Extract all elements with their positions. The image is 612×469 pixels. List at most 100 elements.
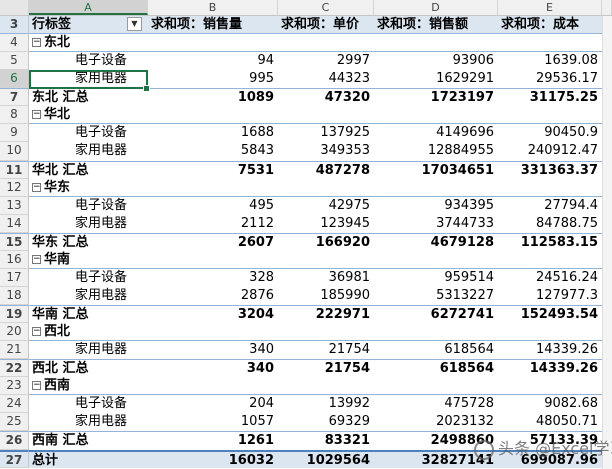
sales-amount-cell[interactable]: 618564 bbox=[374, 359, 498, 377]
collapse-minus-icon[interactable]: − bbox=[32, 38, 41, 48]
row-number[interactable]: 19 bbox=[0, 305, 29, 324]
row-number[interactable]: 7 bbox=[0, 88, 29, 107]
column-header-c[interactable]: C bbox=[278, 0, 374, 15]
unit-price-cell[interactable]: 137925 bbox=[278, 124, 374, 142]
sum-cost-header[interactable]: 求和项：成本 bbox=[498, 16, 602, 35]
cost-cell[interactable]: 48050.71 bbox=[498, 413, 602, 431]
row-number[interactable]: 27 bbox=[0, 449, 29, 468]
sales-amount-cell[interactable]: 959514 bbox=[374, 269, 498, 287]
row-labels-header[interactable]: 行标签 ▼ bbox=[29, 16, 148, 35]
row-label-cell[interactable]: 西北 汇总 bbox=[29, 359, 148, 377]
row-number[interactable]: 18 bbox=[0, 286, 29, 305]
column-header-b[interactable]: B bbox=[148, 0, 278, 15]
sales-amount-cell[interactable]: 93906 bbox=[374, 52, 498, 70]
unit-price-cell[interactable]: 185990 bbox=[278, 287, 374, 305]
row-label-cell[interactable]: 电子设备 bbox=[29, 124, 148, 142]
cost-cell[interactable]: 112583.15 bbox=[498, 232, 602, 251]
row-label-cell[interactable]: 家用电器 bbox=[29, 142, 148, 160]
region-label-cell[interactable]: − 东北 bbox=[29, 34, 148, 52]
row-label-cell[interactable]: 华东 汇总 bbox=[29, 232, 148, 251]
cost-cell[interactable]: 84788.75 bbox=[498, 215, 602, 233]
cost-cell[interactable]: 152493.54 bbox=[498, 305, 602, 323]
unit-price-cell[interactable]: 487278 bbox=[278, 160, 374, 179]
cost-cell[interactable]: 14339.26 bbox=[498, 341, 602, 359]
row-number[interactable]: 16 bbox=[0, 250, 29, 269]
sales-amount-cell[interactable]: 5313227 bbox=[374, 287, 498, 305]
region-label-cell[interactable]: − 西南 bbox=[29, 377, 148, 395]
row-number[interactable]: 20 bbox=[0, 323, 29, 342]
sales-amount-cell[interactable]: 3744733 bbox=[374, 215, 498, 233]
row-number[interactable]: 13 bbox=[0, 196, 29, 215]
sales-qty-cell[interactable]: 7531 bbox=[148, 160, 278, 179]
row-number[interactable]: 8 bbox=[0, 106, 29, 125]
sales-amount-cell[interactable]: 4149696 bbox=[374, 124, 498, 142]
unit-price-cell[interactable]: 83321 bbox=[278, 431, 374, 449]
sales-amount-cell[interactable]: 6272741 bbox=[374, 305, 498, 323]
row-label-cell[interactable]: 家用电器 bbox=[29, 70, 148, 88]
cost-cell[interactable]: 29536.17 bbox=[498, 70, 602, 88]
select-all-corner[interactable] bbox=[0, 0, 29, 15]
unit-price-cell[interactable]: 21754 bbox=[278, 359, 374, 377]
sum-sales-qty-header[interactable]: 求和项：销售量 bbox=[148, 16, 278, 35]
unit-price-cell[interactable]: 36981 bbox=[278, 269, 374, 287]
row-number[interactable]: 17 bbox=[0, 268, 29, 287]
region-label-cell[interactable]: − 华北 bbox=[29, 106, 148, 124]
sales-qty-cell[interactable]: 1089 bbox=[148, 88, 278, 106]
unit-price-cell[interactable]: 222971 bbox=[278, 305, 374, 323]
row-number[interactable]: 5 bbox=[0, 52, 29, 71]
row-number[interactable]: 10 bbox=[0, 142, 29, 161]
row-label-cell[interactable]: 华北 汇总 bbox=[29, 160, 148, 179]
unit-price-cell[interactable]: 44323 bbox=[278, 70, 374, 88]
column-header-e[interactable]: E bbox=[498, 0, 602, 15]
sales-qty-cell[interactable]: 995 bbox=[148, 70, 278, 88]
unit-price-cell[interactable]: 2997 bbox=[278, 52, 374, 70]
unit-price-cell[interactable]: 69329 bbox=[278, 413, 374, 431]
collapse-minus-icon[interactable]: − bbox=[32, 254, 41, 264]
sales-qty-cell[interactable]: 204 bbox=[148, 395, 278, 413]
row-label-cell[interactable]: 家用电器 bbox=[29, 413, 148, 431]
collapse-minus-icon[interactable]: − bbox=[32, 110, 41, 120]
unit-price-cell[interactable]: 123945 bbox=[278, 215, 374, 233]
sales-qty-cell[interactable]: 495 bbox=[148, 197, 278, 215]
row-number[interactable]: 22 bbox=[0, 359, 29, 378]
sales-qty-cell[interactable]: 340 bbox=[148, 341, 278, 359]
sales-amount-cell[interactable]: 934395 bbox=[374, 197, 498, 215]
sales-qty-cell[interactable]: 2112 bbox=[148, 215, 278, 233]
row-label-cell[interactable]: 总计 bbox=[29, 449, 148, 468]
row-number[interactable]: 26 bbox=[0, 431, 29, 450]
row-label-cell[interactable]: 西南 汇总 bbox=[29, 431, 148, 449]
row-label-cell[interactable]: 电子设备 bbox=[29, 269, 148, 287]
sales-amount-cell[interactable]: 618564 bbox=[374, 341, 498, 359]
sum-unit-price-header[interactable]: 求和项：单价 bbox=[278, 16, 374, 35]
sales-amount-cell[interactable]: 12884955 bbox=[374, 142, 498, 160]
region-label-cell[interactable]: − 华东 bbox=[29, 179, 148, 197]
cost-cell[interactable]: 24516.24 bbox=[498, 269, 602, 287]
row-label-cell[interactable]: 华南 汇总 bbox=[29, 305, 148, 323]
sales-amount-cell[interactable]: 1629291 bbox=[374, 70, 498, 88]
row-number[interactable]: 25 bbox=[0, 413, 29, 432]
row-number[interactable]: 4 bbox=[0, 34, 29, 53]
fill-handle[interactable] bbox=[143, 85, 150, 92]
cost-cell[interactable]: 27794.4 bbox=[498, 197, 602, 215]
unit-price-cell[interactable]: 1029564 bbox=[278, 449, 374, 468]
unit-price-cell[interactable]: 42975 bbox=[278, 197, 374, 215]
cost-cell[interactable]: 31175.25 bbox=[498, 88, 602, 106]
sales-amount-cell[interactable]: 1723197 bbox=[374, 88, 498, 106]
sales-qty-cell[interactable]: 2607 bbox=[148, 232, 278, 251]
column-header-d[interactable]: D bbox=[374, 0, 498, 15]
collapse-minus-icon[interactable]: − bbox=[32, 182, 41, 192]
sales-qty-cell[interactable]: 16032 bbox=[148, 449, 278, 468]
cost-cell[interactable]: 240912.47 bbox=[498, 142, 602, 160]
collapse-minus-icon[interactable]: − bbox=[32, 327, 41, 337]
cost-cell[interactable]: 127977.3 bbox=[498, 287, 602, 305]
row-number[interactable]: 14 bbox=[0, 214, 29, 233]
sales-amount-cell[interactable]: 4679128 bbox=[374, 232, 498, 251]
row-number[interactable]: 15 bbox=[0, 232, 29, 251]
collapse-minus-icon[interactable]: − bbox=[32, 381, 41, 391]
row-label-cell[interactable]: 家用电器 bbox=[29, 215, 148, 233]
cost-cell[interactable]: 9082.68 bbox=[498, 395, 602, 413]
sales-qty-cell[interactable]: 2876 bbox=[148, 287, 278, 305]
row-number[interactable]: 3 bbox=[0, 16, 29, 35]
row-number[interactable]: 12 bbox=[0, 178, 29, 197]
row-number[interactable]: 9 bbox=[0, 124, 29, 143]
